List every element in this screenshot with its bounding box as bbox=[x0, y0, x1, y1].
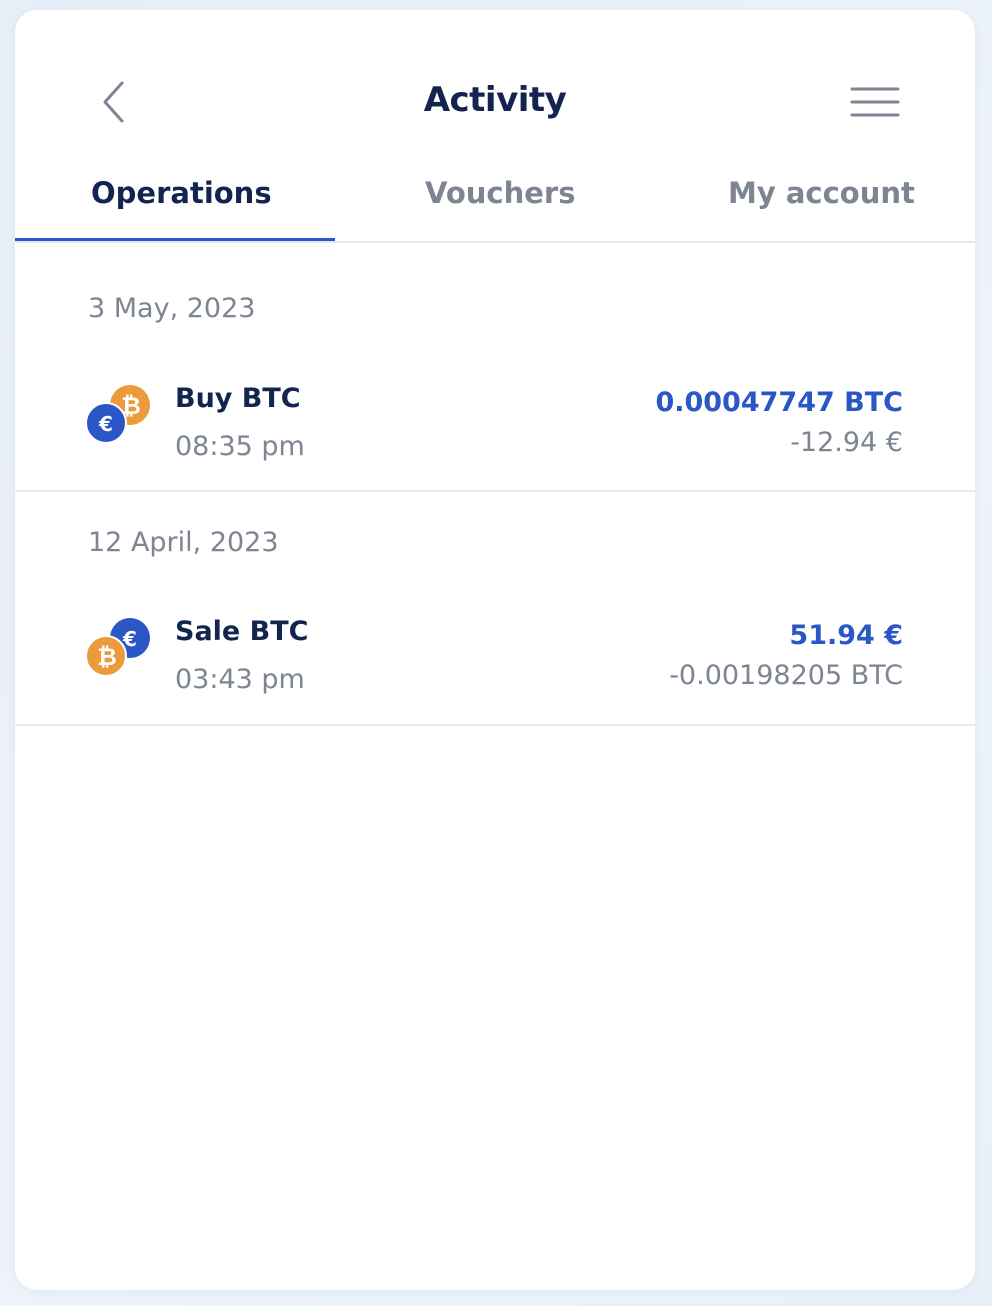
tab-vouchers[interactable]: Vouchers bbox=[335, 170, 655, 241]
transaction-secondary-amount: -0.00198205 BTC bbox=[669, 660, 903, 691]
group-date: 3 May, 2023 bbox=[88, 293, 256, 324]
tab-my-account[interactable]: My account bbox=[655, 170, 975, 241]
active-tab-indicator bbox=[15, 238, 335, 241]
activity-card: Activity Operations Vouchers My account … bbox=[15, 10, 975, 1290]
transaction-time: 03:43 pm bbox=[175, 664, 305, 695]
tab-my-account-label: My account bbox=[728, 176, 915, 210]
activity-group: 3 May, 2023 ₿ € Buy BTC 08:35 pm 0.00047… bbox=[15, 243, 975, 492]
transaction-row[interactable]: ₿ € Buy BTC 08:35 pm 0.00047747 BTC -12.… bbox=[15, 361, 975, 462]
tab-operations-label: Operations bbox=[91, 176, 272, 210]
transaction-row[interactable]: € ₿ Sale BTC 03:43 pm 51.94 € -0.0019820… bbox=[15, 596, 975, 696]
transaction-name: Sale BTC bbox=[175, 616, 309, 647]
page-title: Activity bbox=[423, 80, 567, 120]
transaction-primary-amount: 0.00047747 BTC bbox=[655, 387, 903, 418]
tab-vouchers-label: Vouchers bbox=[425, 176, 576, 210]
svg-text:€: € bbox=[98, 412, 113, 436]
svg-text:₿: ₿ bbox=[97, 643, 117, 671]
tab-bar: Operations Vouchers My account bbox=[15, 170, 975, 243]
tab-operations[interactable]: Operations bbox=[15, 170, 335, 241]
hamburger-menu-icon bbox=[850, 87, 900, 117]
eur-to-btc-icon: ₿ € bbox=[86, 385, 150, 444]
menu-button[interactable] bbox=[849, 84, 901, 120]
btc-to-eur-icon: € ₿ bbox=[86, 618, 150, 677]
transaction-time: 08:35 pm bbox=[175, 431, 305, 462]
transaction-primary-amount: 51.94 € bbox=[789, 620, 903, 651]
transaction-secondary-amount: -12.94 € bbox=[790, 427, 903, 458]
transaction-name: Buy BTC bbox=[175, 383, 301, 414]
group-date: 12 April, 2023 bbox=[88, 527, 279, 558]
activity-group: 12 April, 2023 € ₿ Sale BTC 03:43 pm 51.… bbox=[15, 492, 975, 726]
